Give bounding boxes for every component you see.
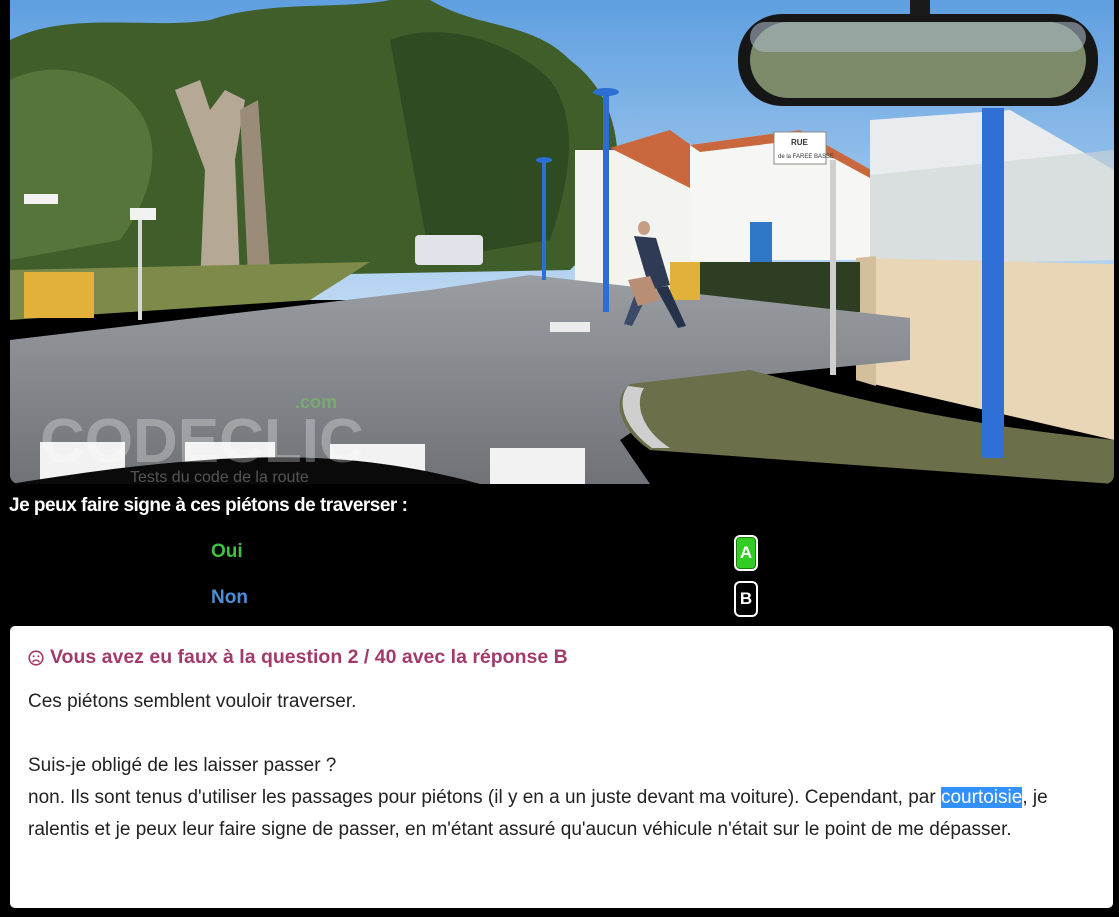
scene-illustration: CODECLIC .com Tests du code de la route … xyxy=(10,0,1114,484)
feedback-line1: Ces piétons semblent vouloir traverser. xyxy=(28,691,357,712)
watermark-brand: CODECLIC xyxy=(40,407,364,476)
street-sign-line2: de la FAREE BASSE xyxy=(778,154,834,160)
feedback-body: Ces piétons semblent vouloir traverser. … xyxy=(28,686,1095,846)
selected-text-highlight: courtoisie xyxy=(940,787,1023,808)
answer-oui-label[interactable]: Oui xyxy=(211,541,243,563)
feedback-line3: non. Ils sont tenus d'utiliser les passa… xyxy=(28,782,1095,846)
scene-photo: CODECLIC .com Tests du code de la route … xyxy=(10,0,1114,484)
street-sign-line1: RUE xyxy=(791,138,809,147)
frown-icon xyxy=(28,649,44,666)
question-text: Je peux faire signe à ces piétons de tra… xyxy=(9,495,408,516)
watermark-tagline: Tests du code de la route xyxy=(130,469,309,484)
answer-b-button[interactable]: B xyxy=(734,581,758,617)
feedback-line3-part1: non. Ils sont tenus d'utiliser les passa… xyxy=(28,787,941,808)
answer-a-button[interactable]: A xyxy=(734,535,758,571)
feedback-panel: Vous avez eu faux à la question 2 / 40 a… xyxy=(10,626,1113,908)
answer-non-label[interactable]: Non xyxy=(211,587,248,609)
feedback-title-row: Vous avez eu faux à la question 2 / 40 a… xyxy=(28,646,1095,669)
feedback-title: Vous avez eu faux à la question 2 / 40 a… xyxy=(50,646,568,668)
feedback-line2: Suis-je obligé de les laisser passer ? xyxy=(28,755,337,776)
watermark-domain: .com xyxy=(295,392,337,412)
